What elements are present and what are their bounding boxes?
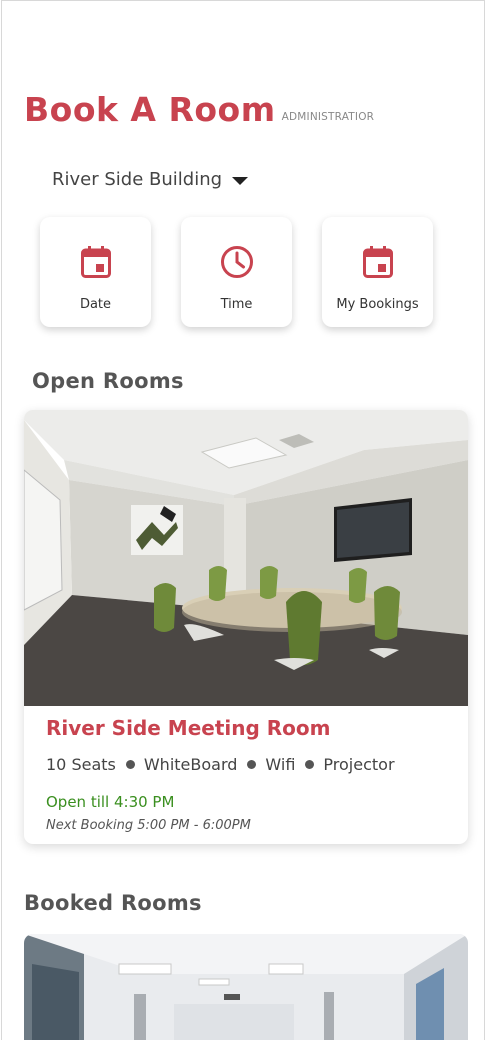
calendar-icon — [80, 245, 111, 279]
caret-down-icon — [232, 176, 249, 185]
bullet-dot-icon — [305, 760, 315, 769]
user-role-label: ADMINISTRATIOR — [281, 111, 375, 123]
amenity-whiteboard: WhiteBoard — [143, 755, 238, 774]
booked-room-card[interactable] — [24, 934, 468, 1040]
time-button[interactable]: Time — [181, 217, 292, 327]
quick-actions: Date Time My Bookings — [40, 217, 433, 327]
bullet-dot-icon — [125, 760, 135, 769]
date-button[interactable]: Date — [40, 217, 151, 327]
page-header: Book A Room ADMINISTRATIOR — [24, 93, 374, 126]
building-dropdown[interactable]: River Side Building — [52, 169, 249, 190]
amenity-wifi: Wifi — [265, 755, 296, 774]
bullet-dot-icon — [247, 760, 257, 769]
app-screen: Book A Room ADMINISTRATIOR River Side Bu… — [1, 0, 485, 1040]
calendar-icon — [362, 245, 393, 279]
date-button-label: Date — [79, 297, 112, 312]
my-bookings-button[interactable]: My Bookings — [322, 217, 433, 327]
booked-rooms-heading: Booked Rooms — [24, 891, 202, 915]
amenity-seats: 10 Seats — [46, 755, 116, 774]
building-dropdown-value: River Side Building — [52, 169, 223, 190]
room-photo — [24, 410, 468, 706]
page-title: Book A Room — [24, 90, 276, 129]
room-open-status: Open till 4:30 PM — [46, 793, 175, 811]
booked-room-photo — [24, 934, 468, 1040]
time-button-label: Time — [220, 297, 253, 312]
clock-icon — [220, 245, 254, 279]
room-name: River Side Meeting Room — [46, 716, 331, 740]
my-bookings-button-label: My Bookings — [336, 297, 419, 312]
room-next-booking: Next Booking 5:00 PM - 6:00PM — [46, 818, 251, 833]
amenity-projector: Projector — [323, 755, 395, 774]
open-rooms-heading: Open Rooms — [32, 369, 184, 393]
room-amenities: 10 Seats WhiteBoard Wifi Projector — [46, 755, 395, 774]
room-card[interactable]: River Side Meeting Room 10 Seats WhiteBo… — [24, 410, 468, 844]
